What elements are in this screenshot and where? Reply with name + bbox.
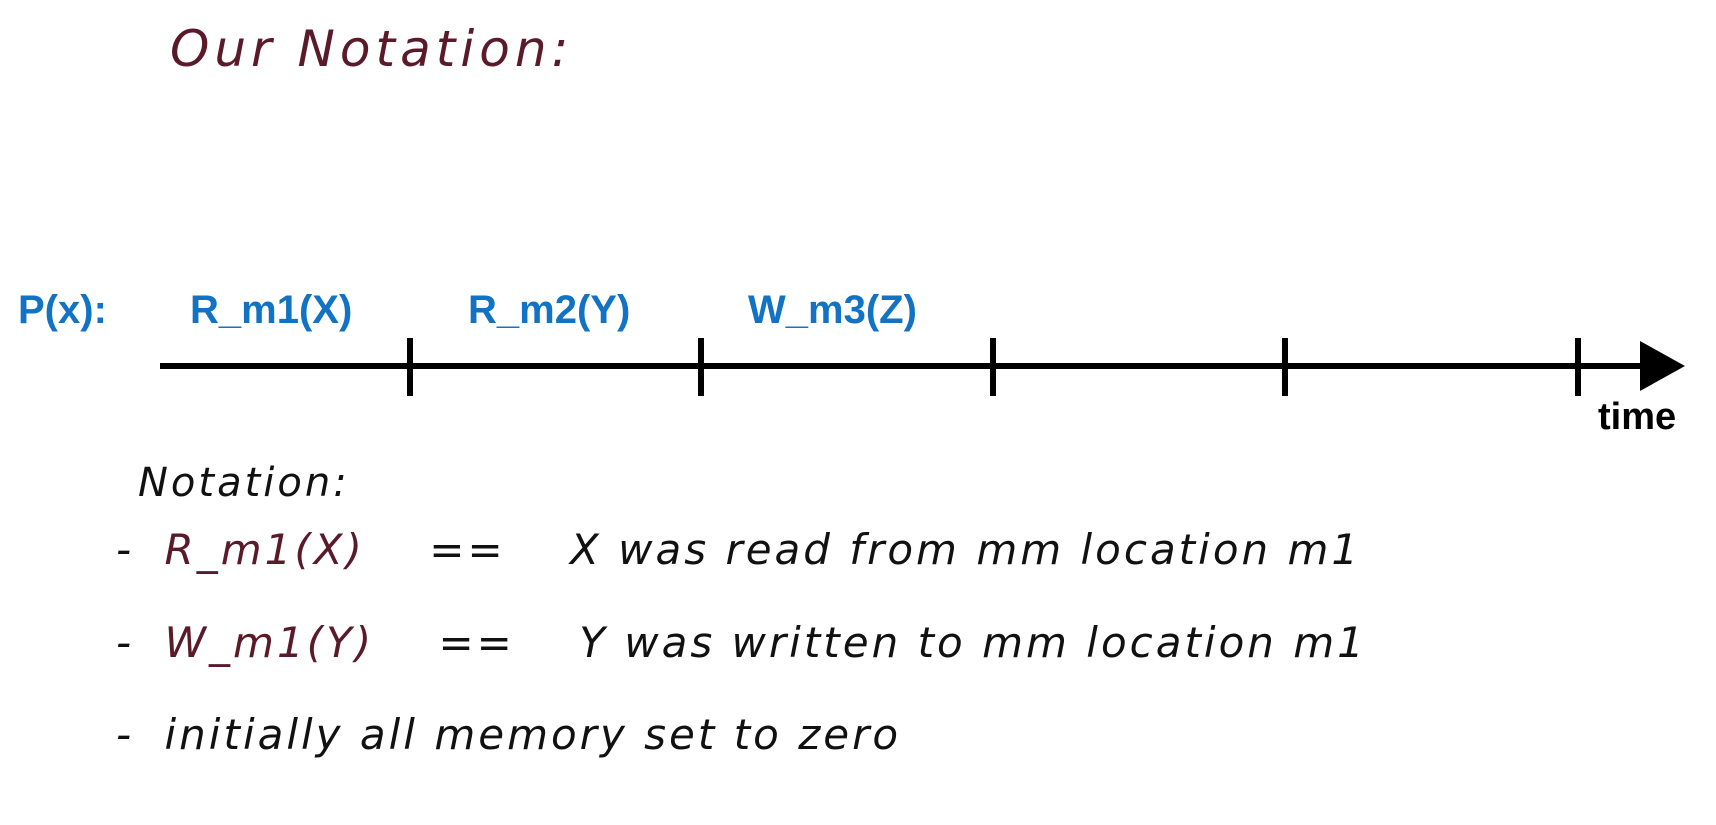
- note-bullet: -: [116, 710, 135, 759]
- note-operator: ==: [438, 618, 515, 667]
- notes-heading: Notation:: [138, 460, 350, 506]
- note-text: Y was written to mm location m1: [579, 618, 1367, 667]
- note-operator: ==: [429, 525, 506, 574]
- note-bullet: -: [116, 525, 135, 574]
- note-term: R_m1(X): [164, 525, 365, 574]
- arrow-head-icon: [1640, 341, 1685, 391]
- note-text: X was read from mm location m1: [570, 525, 1362, 574]
- note-item: - R_m1(X) == X was read from mm location…: [116, 525, 1361, 574]
- note-item: - W_m1(Y) == Y was written to mm locatio…: [116, 618, 1367, 667]
- note-bullet: -: [116, 618, 135, 667]
- note-term: W_m1(Y): [164, 618, 375, 667]
- note-text: initially all memory set to zero: [164, 710, 902, 759]
- timeline-axis: [160, 338, 1685, 396]
- axis-label-time: time: [1598, 396, 1677, 438]
- note-item: - initially all memory set to zero: [116, 710, 901, 759]
